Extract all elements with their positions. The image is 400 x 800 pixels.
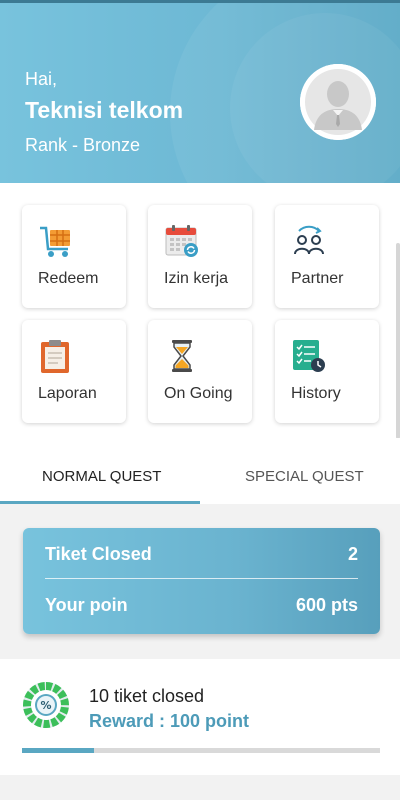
menu-label: Izin kerja xyxy=(164,270,229,287)
progress-ring-icon: % xyxy=(23,682,69,728)
quest-progress-bar xyxy=(22,748,380,753)
menu-laporan[interactable]: Laporan xyxy=(22,320,126,423)
menu-redeem[interactable]: Redeem xyxy=(22,205,126,308)
quest-tabs: NORMAL QUEST SPECIAL QUEST xyxy=(0,438,400,504)
svg-text:%: % xyxy=(40,699,51,712)
poin-row: Your poin 600 pts xyxy=(45,595,358,621)
tiket-label: Tiket Closed xyxy=(45,544,152,564)
menu-on-going[interactable]: On Going xyxy=(148,320,252,423)
stats-divider xyxy=(45,578,358,579)
checklist-clock-icon xyxy=(293,340,325,372)
user-rank: Rank - Bronze xyxy=(25,135,141,155)
quest-reward: Reward : 100 point xyxy=(89,711,250,731)
partner-users-icon xyxy=(294,225,324,255)
menu-izin-kerja[interactable]: Izin kerja xyxy=(148,205,252,308)
tiket-row: Tiket Closed 2 xyxy=(45,544,358,570)
greeting-text: Hai, xyxy=(25,69,58,89)
edge-panel-handle[interactable] xyxy=(396,243,400,439)
menu-label: Partner xyxy=(291,270,344,287)
stats-card: Tiket Closed 2 Your poin 600 pts xyxy=(23,528,380,634)
menu-partner[interactable]: Partner xyxy=(275,205,379,308)
person-silhouette-icon xyxy=(300,64,376,140)
tab-special-quest[interactable]: SPECIAL QUEST xyxy=(245,468,364,485)
shopping-cart-icon xyxy=(40,226,70,257)
avatar[interactable] xyxy=(300,64,376,140)
tab-normal-quest[interactable]: NORMAL QUEST xyxy=(42,468,161,485)
poin-label: Your poin xyxy=(45,595,128,615)
profile-header: Hai, Teknisi telkom Rank - Bronze xyxy=(0,3,400,183)
calendar-icon xyxy=(165,225,198,257)
poin-value: 600 pts xyxy=(295,595,358,615)
tiket-value: 2 xyxy=(347,544,358,564)
menu-history[interactable]: History xyxy=(275,320,379,423)
user-name: Teknisi telkom xyxy=(25,97,184,123)
menu-label: Laporan xyxy=(38,385,97,402)
menu-label: On Going xyxy=(164,385,233,402)
quest-progress-fill xyxy=(22,748,94,753)
menu-label: Redeem xyxy=(38,270,99,287)
hourglass-icon xyxy=(172,340,192,372)
quest-item[interactable]: % 10 tiket closed Reward : 100 point xyxy=(0,659,400,775)
clipboard-icon xyxy=(41,340,69,373)
menu-grid: Redeem Izin kerja Partner Laporan On Goi… xyxy=(0,183,400,438)
quest-title: 10 tiket closed xyxy=(89,686,205,706)
menu-label: History xyxy=(291,385,341,402)
